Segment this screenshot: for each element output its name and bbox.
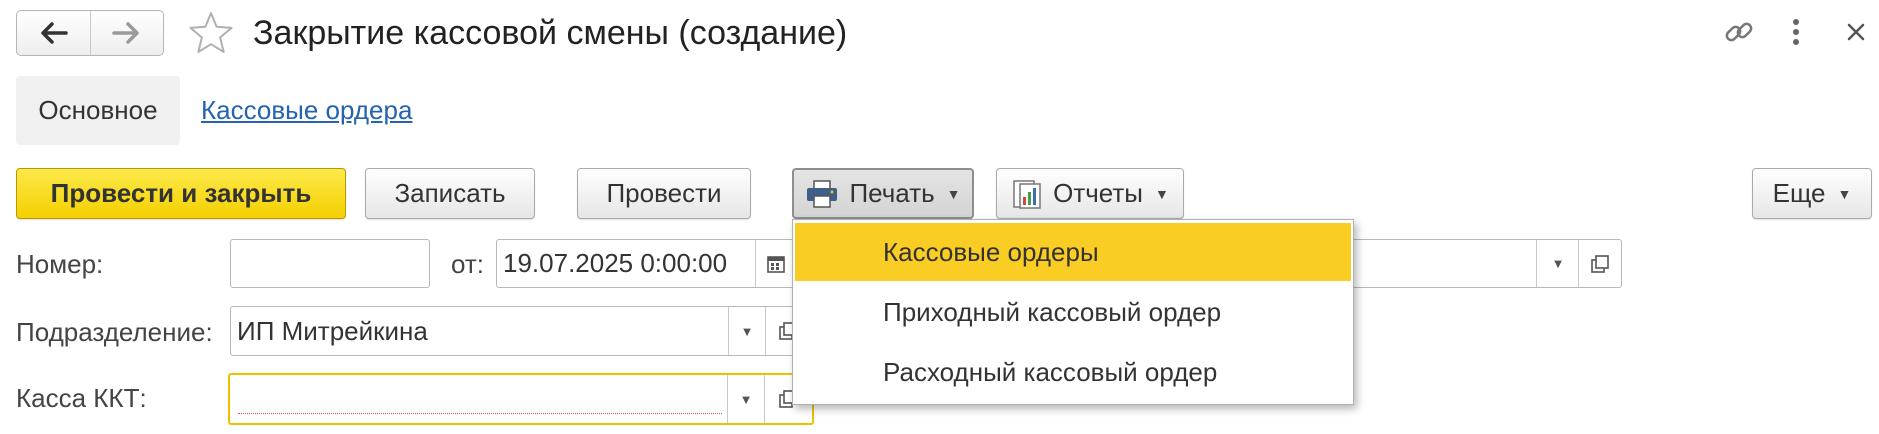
- organization-open-button[interactable]: [1578, 240, 1621, 287]
- save-button[interactable]: Записать: [365, 168, 535, 219]
- arrow-right-icon: [112, 22, 139, 44]
- chevron-down-icon: ▼: [739, 391, 753, 407]
- link-icon: [1725, 22, 1753, 42]
- chevron-down-icon: ▼: [946, 185, 961, 202]
- department-value: ИП Митрейкина: [237, 315, 428, 346]
- chevron-down-icon: ▼: [740, 323, 754, 339]
- more-actions-button[interactable]: [1776, 10, 1816, 54]
- tab-cash-orders[interactable]: Кассовые ордера: [201, 90, 412, 130]
- post-label: Провести: [606, 178, 722, 208]
- number-input[interactable]: [230, 239, 430, 288]
- post-and-close-label: Провести и закрыть: [50, 178, 312, 208]
- close-icon: [1847, 23, 1865, 41]
- required-underline: [238, 413, 722, 414]
- print-button[interactable]: Печать ▼: [792, 168, 974, 219]
- print-menu: Кассовые ордеры Приходный кассовый ордер…: [792, 219, 1354, 405]
- chevron-down-icon: ▼: [1155, 185, 1169, 202]
- link-button[interactable]: [1717, 10, 1761, 54]
- arrow-left-icon: [41, 22, 68, 44]
- post-and-close-button[interactable]: Провести и закрыть: [16, 168, 346, 219]
- more-label: Еще: [1772, 178, 1826, 208]
- page-title: Закрытие кассовой смены (создание): [253, 14, 848, 52]
- favorite-button[interactable]: [186, 8, 236, 58]
- register-dropdown-button[interactable]: ▼: [727, 375, 764, 423]
- department-label: Подразделение:: [16, 317, 213, 347]
- back-button[interactable]: [17, 11, 90, 55]
- menu-item-cash-orders[interactable]: Кассовые ордеры: [795, 223, 1351, 281]
- tab-main[interactable]: Основное: [16, 76, 180, 145]
- register-input[interactable]: ▼: [228, 373, 814, 425]
- menu-item-expense-order[interactable]: Расходный кассовый ордер: [795, 343, 1351, 401]
- reports-button[interactable]: Отчеты ▼: [996, 168, 1184, 219]
- more-button[interactable]: Еще ▼: [1752, 168, 1872, 219]
- star-icon: [189, 12, 233, 53]
- calendar-button[interactable]: [755, 240, 796, 287]
- calendar-icon: [767, 255, 785, 273]
- menu-item-receipt-order[interactable]: Приходный кассовый ордер: [795, 283, 1351, 341]
- department-dropdown-button[interactable]: ▼: [728, 307, 765, 355]
- forward-button[interactable]: [89, 11, 164, 55]
- register-label: Касса ККТ:: [16, 383, 147, 413]
- chevron-down-icon: ▼: [1551, 256, 1565, 271]
- department-input[interactable]: ИП Митрейкина ▼: [230, 306, 810, 356]
- save-label: Записать: [394, 178, 506, 208]
- history-nav: [16, 10, 164, 56]
- number-label: Номер:: [16, 249, 104, 279]
- vertical-dots-icon: [1793, 19, 1799, 45]
- date-value: 19.07.2025 0:00:00: [503, 248, 728, 278]
- post-button[interactable]: Провести: [577, 168, 751, 219]
- reports-icon: [1013, 179, 1041, 209]
- close-button[interactable]: [1838, 10, 1874, 54]
- organization-dropdown-button[interactable]: ▼: [1536, 240, 1579, 287]
- print-label: Печать: [849, 178, 935, 208]
- date-label: от:: [451, 249, 485, 279]
- chevron-down-icon: ▼: [1837, 185, 1852, 202]
- open-window-icon: [1591, 254, 1609, 273]
- reports-label: Отчеты: [1053, 178, 1143, 208]
- date-input[interactable]: 19.07.2025 0:00:00: [496, 239, 796, 288]
- printer-icon: [807, 179, 838, 208]
